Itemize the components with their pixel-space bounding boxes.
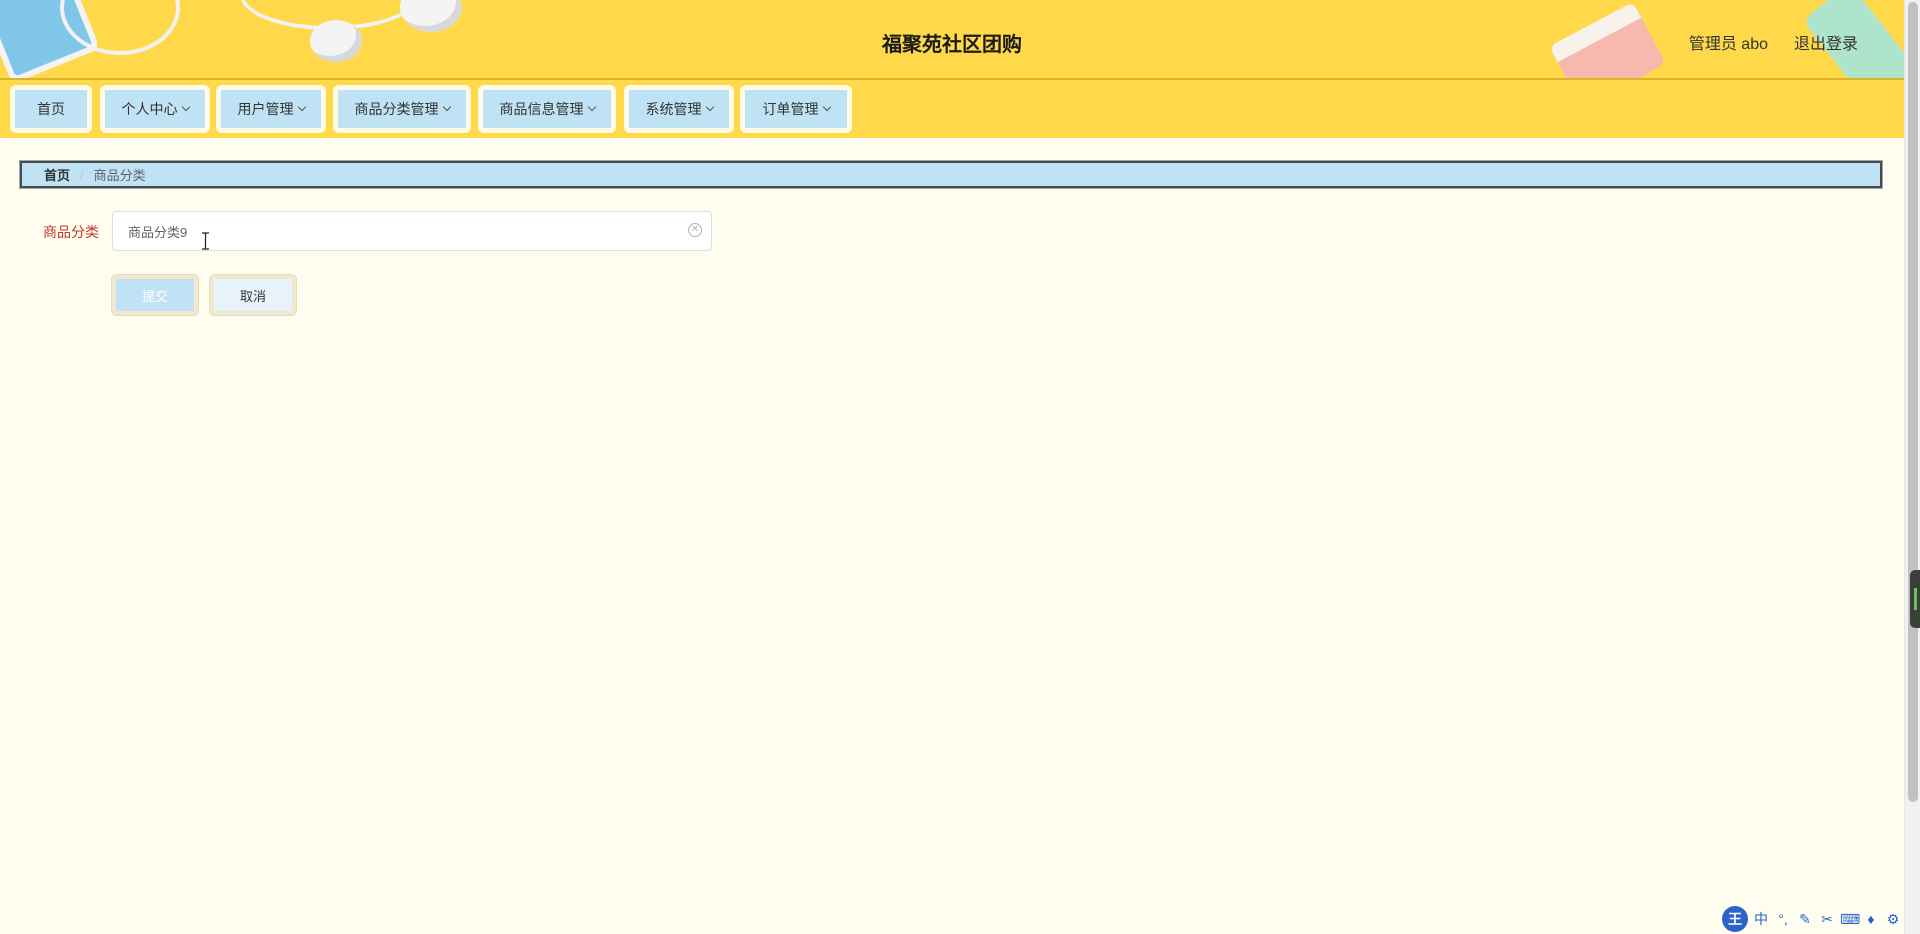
keyboard-icon[interactable]: ⌨: [1840, 911, 1860, 928]
nav-item-label: 首页: [37, 101, 65, 117]
nav-item-order-management[interactable]: 订单管理: [740, 85, 852, 133]
punctuation-icon[interactable]: °,: [1774, 911, 1792, 927]
chevron-down-icon: [181, 102, 190, 112]
main-nav: 首页 个人中心 用户管理 商品分类管理 商品信息管理 系统管理 订单管理: [0, 80, 1904, 138]
submit-button[interactable]: 提交: [111, 274, 199, 316]
chevron-down-icon: [297, 102, 306, 112]
clear-icon[interactable]: ✕: [688, 223, 702, 237]
cancel-button[interactable]: 取消: [209, 274, 297, 316]
category-field-label: 商品分类: [43, 224, 99, 240]
nav-item-label: 商品分类管理: [354, 101, 439, 117]
nav-item-label: 个人中心: [121, 101, 178, 117]
ime-logo-icon[interactable]: 王: [1722, 906, 1748, 932]
nav-item-label: 系统管理: [645, 101, 702, 117]
chevron-down-icon: [705, 102, 714, 112]
site-title: 福聚苑社区团购: [882, 34, 1022, 56]
ime-mode-toggle[interactable]: 中: [1752, 909, 1770, 929]
nav-item-home[interactable]: 首页: [10, 85, 92, 133]
header-bar: 福聚苑社区团购 管理员 abo 退出登录: [0, 0, 1904, 80]
text-cursor-icon: [202, 232, 209, 250]
shirt-icon[interactable]: ♦: [1862, 911, 1880, 927]
cancel-label: 取消: [239, 288, 266, 304]
breadcrumb: 首页 / 商品分类: [20, 161, 1882, 188]
nav-item-system-management[interactable]: 系统管理: [624, 85, 734, 133]
side-panel-handle[interactable]: [1910, 570, 1920, 628]
chevron-down-icon: [442, 102, 451, 112]
chevron-down-icon: [822, 102, 831, 112]
chevron-down-icon: [587, 102, 596, 112]
nav-item-personal-center[interactable]: 个人中心: [100, 85, 210, 133]
nav-item-user-management[interactable]: 用户管理: [216, 85, 326, 133]
nav-item-label: 用户管理: [237, 101, 294, 117]
nav-item-category-management[interactable]: 商品分类管理: [333, 85, 471, 133]
nav-item-label: 商品信息管理: [499, 101, 584, 117]
vertical-scrollbar[interactable]: [1904, 0, 1920, 934]
ime-toolbar: 王 中 °, ✎ ✂ ⌨ ♦ ⚙: [1722, 906, 1920, 932]
breadcrumb-home[interactable]: 首页: [44, 165, 70, 184]
scissors-icon[interactable]: ✂: [1818, 911, 1836, 928]
nav-item-label: 订单管理: [762, 101, 819, 117]
scrollbar-thumb[interactable]: [1908, 2, 1918, 802]
breadcrumb-separator: /: [80, 167, 84, 182]
breadcrumb-current: 商品分类: [93, 168, 146, 183]
nav-item-product-management[interactable]: 商品信息管理: [478, 85, 616, 133]
pen-icon[interactable]: ✎: [1796, 911, 1814, 928]
submit-label: 提交: [141, 288, 168, 304]
gear-icon[interactable]: ⚙: [1884, 911, 1902, 928]
logout-link[interactable]: 退出登录: [1794, 30, 1858, 54]
user-label: 管理员 abo: [1688, 36, 1768, 53]
